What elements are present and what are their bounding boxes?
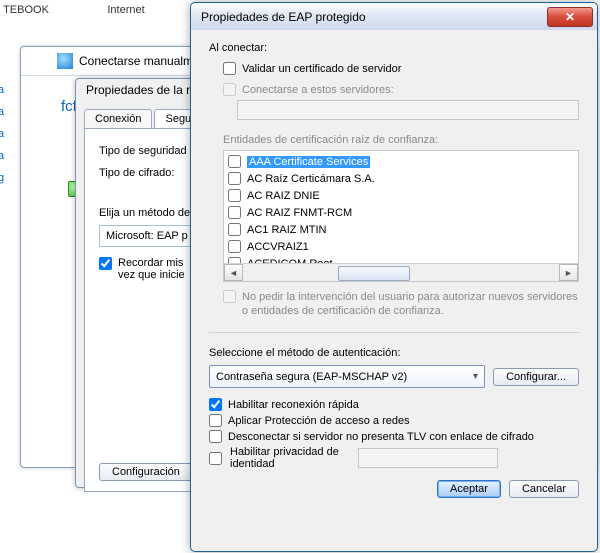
tlv-label: Desconectar si servidor no presenta TLV … bbox=[228, 431, 534, 443]
eap-titlebar[interactable]: Propiedades de EAP protegido ✕ bbox=[191, 3, 597, 30]
tab-connection[interactable]: Conexión bbox=[84, 109, 152, 128]
ca-item[interactable]: ACCVRAIZ1 bbox=[228, 238, 574, 255]
auth-method-combo[interactable]: Contraseña segura (EAP-MSCHAP v2) bbox=[209, 365, 485, 388]
connect-servers-label: Conectarse a estos servidores: bbox=[242, 84, 394, 96]
fast-reconnect-label: Habilitar reconexión rápida bbox=[228, 399, 359, 411]
ca-item-checkbox[interactable] bbox=[228, 223, 241, 236]
ca-item[interactable]: AC Raíz Certicámara S.A. bbox=[228, 170, 574, 187]
scroll-thumb[interactable] bbox=[338, 266, 410, 281]
ca-item[interactable]: AAA Certificate Services bbox=[228, 153, 574, 170]
ca-item[interactable]: AC RAIZ DNIE bbox=[228, 187, 574, 204]
identity-privacy-label: Habilitar privacidad de identidad bbox=[230, 446, 350, 470]
servers-input bbox=[237, 100, 579, 120]
auth-method-label: Seleccione el método de autenticación: bbox=[209, 347, 579, 359]
close-icon: ✕ bbox=[565, 10, 575, 24]
desktop-icon-label: TEBOOK bbox=[0, 4, 52, 16]
configure-button[interactable]: Configurar... bbox=[493, 368, 579, 386]
identity-privacy-input bbox=[358, 448, 498, 468]
ca-item-checkbox[interactable] bbox=[228, 240, 241, 253]
desktop-icon-label: Internet bbox=[96, 4, 156, 16]
ca-h-scrollbar[interactable]: ◄ ► bbox=[224, 263, 578, 281]
fast-reconnect-checkbox[interactable] bbox=[209, 398, 222, 411]
remember-label: Recordar mis vez que inicie bbox=[118, 257, 185, 281]
validate-cert-label: Validar un certificado de servidor bbox=[242, 63, 401, 75]
ok-button[interactable]: Aceptar bbox=[437, 480, 501, 498]
side-links: aaaag bbox=[0, 84, 20, 194]
ca-listbox[interactable]: AAA Certificate Services AC Raíz Certicá… bbox=[223, 150, 579, 282]
separator bbox=[209, 332, 579, 333]
tlv-checkbox[interactable] bbox=[209, 430, 222, 443]
validate-cert-checkbox[interactable] bbox=[223, 62, 236, 75]
ca-item-checkbox[interactable] bbox=[228, 155, 241, 168]
nap-checkbox[interactable] bbox=[209, 414, 222, 427]
network-icon bbox=[57, 53, 73, 69]
identity-privacy-checkbox[interactable] bbox=[209, 452, 222, 465]
eap-dialog: Propiedades de EAP protegido ✕ Al conect… bbox=[190, 2, 598, 552]
remember-checkbox[interactable] bbox=[99, 257, 112, 270]
ca-list-label: Entidades de certificación raíz de confi… bbox=[223, 134, 579, 146]
cancel-button[interactable]: Cancelar bbox=[509, 480, 579, 498]
ca-item[interactable]: ACEDICOM Root bbox=[228, 255, 574, 263]
ca-item-checkbox[interactable] bbox=[228, 189, 241, 202]
ca-item-checkbox[interactable] bbox=[228, 172, 241, 185]
ca-item[interactable]: AC RAIZ FNMT-RCM bbox=[228, 204, 574, 221]
connect-servers-checkbox bbox=[223, 83, 236, 96]
eap-title-text: Propiedades de EAP protegido bbox=[201, 10, 366, 24]
scroll-left-icon[interactable]: ◄ bbox=[224, 264, 243, 281]
nap-label: Aplicar Protección de acceso a redes bbox=[228, 415, 410, 427]
on-connect-label: Al conectar: bbox=[209, 42, 579, 54]
ca-item[interactable]: AC1 RAIZ MTIN bbox=[228, 221, 574, 238]
close-button[interactable]: ✕ bbox=[547, 7, 593, 27]
advanced-config-button[interactable]: Configuración bbox=[99, 463, 193, 481]
no-prompt-checkbox bbox=[223, 290, 236, 303]
scroll-right-icon[interactable]: ► bbox=[559, 264, 578, 281]
no-prompt-label: No pedir la intervención del usuario par… bbox=[242, 290, 579, 318]
ca-item-checkbox[interactable] bbox=[228, 206, 241, 219]
